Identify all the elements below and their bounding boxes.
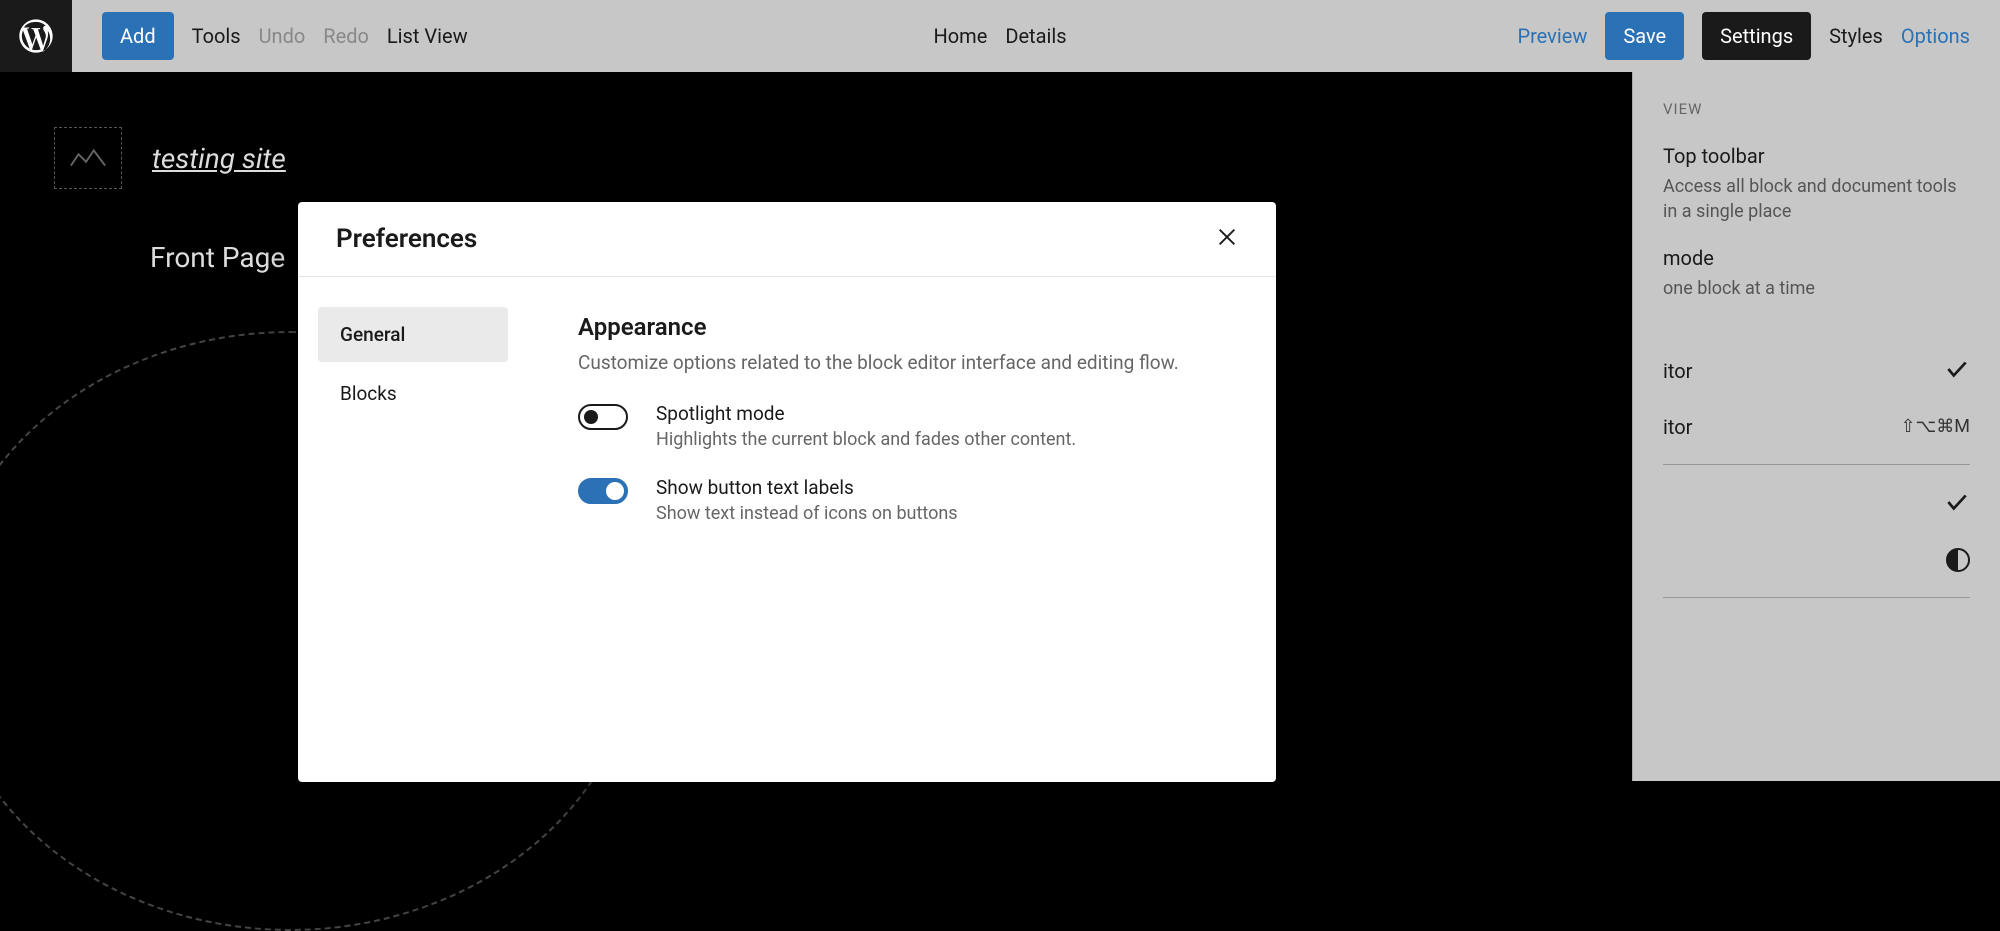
option-top-toolbar[interactable]: Top toolbar Access all block and documen… (1663, 144, 1970, 224)
row-label: itor (1663, 415, 1692, 439)
wordpress-icon (16, 16, 56, 56)
topbar-right-group: Preview Save Settings Styles Options (1517, 12, 2000, 60)
undo-button[interactable]: Undo (259, 24, 306, 48)
options-button[interactable]: Options (1901, 24, 1970, 48)
preferences-modal: Preferences General Blocks Appearance Cu… (298, 202, 1276, 782)
tab-blocks[interactable]: Blocks (318, 366, 508, 421)
topbar-center-group: Home Details (933, 24, 1066, 48)
keyboard-shortcut: ⇧⌥⌘M (1900, 416, 1970, 437)
check-icon (1944, 356, 1970, 386)
top-toolbar: Add Tools Undo Redo List View Home Detai… (0, 0, 2000, 72)
wordpress-logo-button[interactable] (0, 0, 72, 72)
toggle-switch[interactable] (578, 478, 628, 504)
row-label: itor (1663, 359, 1692, 383)
list-view-button[interactable]: List View (387, 24, 468, 48)
modal-body: General Blocks Appearance Customize opti… (298, 277, 1276, 782)
toggle-desc: Show text instead of icons on buttons (656, 503, 958, 524)
option-mode[interactable]: mode one block at a time (1663, 246, 1970, 301)
details-button[interactable]: Details (1005, 24, 1066, 48)
option-editor-row-2[interactable]: itor ⇧⌥⌘M (1663, 401, 1970, 454)
option-desc: Access all block and document tools in a… (1663, 174, 1970, 224)
modal-title: Preferences (336, 224, 477, 254)
modal-content: Appearance Customize options related to … (528, 277, 1276, 782)
modal-header: Preferences (298, 202, 1276, 277)
panel-divider (1663, 597, 1970, 598)
styles-button[interactable]: Styles (1829, 24, 1883, 48)
option-row-contrast[interactable] (1663, 534, 1970, 587)
save-button[interactable]: Save (1605, 12, 1684, 60)
contrast-icon (1946, 548, 1970, 572)
option-title: Top toolbar (1663, 144, 1970, 168)
option-title: mode (1663, 246, 1970, 270)
panel-divider (1663, 464, 1970, 465)
option-row-check[interactable] (1663, 475, 1970, 534)
toggle-label: Spotlight mode (656, 402, 1076, 425)
topbar-left-group: Add Tools Undo Redo List View (72, 12, 468, 60)
home-button[interactable]: Home (933, 24, 987, 48)
toggle-switch[interactable] (578, 404, 628, 430)
image-placeholder-icon (69, 146, 107, 170)
preview-button[interactable]: Preview (1517, 24, 1587, 48)
modal-sidebar: General Blocks (298, 277, 528, 782)
settings-button[interactable]: Settings (1702, 12, 1811, 60)
toggle-show-button-labels: Show button text labels Show text instea… (578, 476, 1226, 524)
options-dropdown-panel: VIEW Top toolbar Access all block and do… (1632, 72, 2000, 781)
add-button[interactable]: Add (102, 12, 174, 60)
toggle-spotlight-mode: Spotlight mode Highlights the current bl… (578, 402, 1226, 450)
option-desc: one block at a time (1663, 276, 1970, 301)
site-logo-placeholder[interactable] (54, 127, 122, 189)
tab-general[interactable]: General (318, 307, 508, 362)
site-title-link[interactable]: testing site (152, 142, 286, 175)
tools-button[interactable]: Tools (192, 24, 241, 48)
option-editor-row-1[interactable]: itor (1663, 342, 1970, 401)
section-title: Appearance (578, 313, 1226, 341)
toggle-desc: Highlights the current block and fades o… (656, 429, 1076, 450)
section-desc: Customize options related to the block e… (578, 351, 1226, 374)
close-icon (1216, 226, 1238, 248)
panel-view-heading: VIEW (1663, 100, 1970, 118)
close-button[interactable] (1216, 226, 1238, 252)
check-icon (1944, 489, 1970, 519)
toggle-label: Show button text labels (656, 476, 958, 499)
redo-button[interactable]: Redo (323, 24, 369, 48)
